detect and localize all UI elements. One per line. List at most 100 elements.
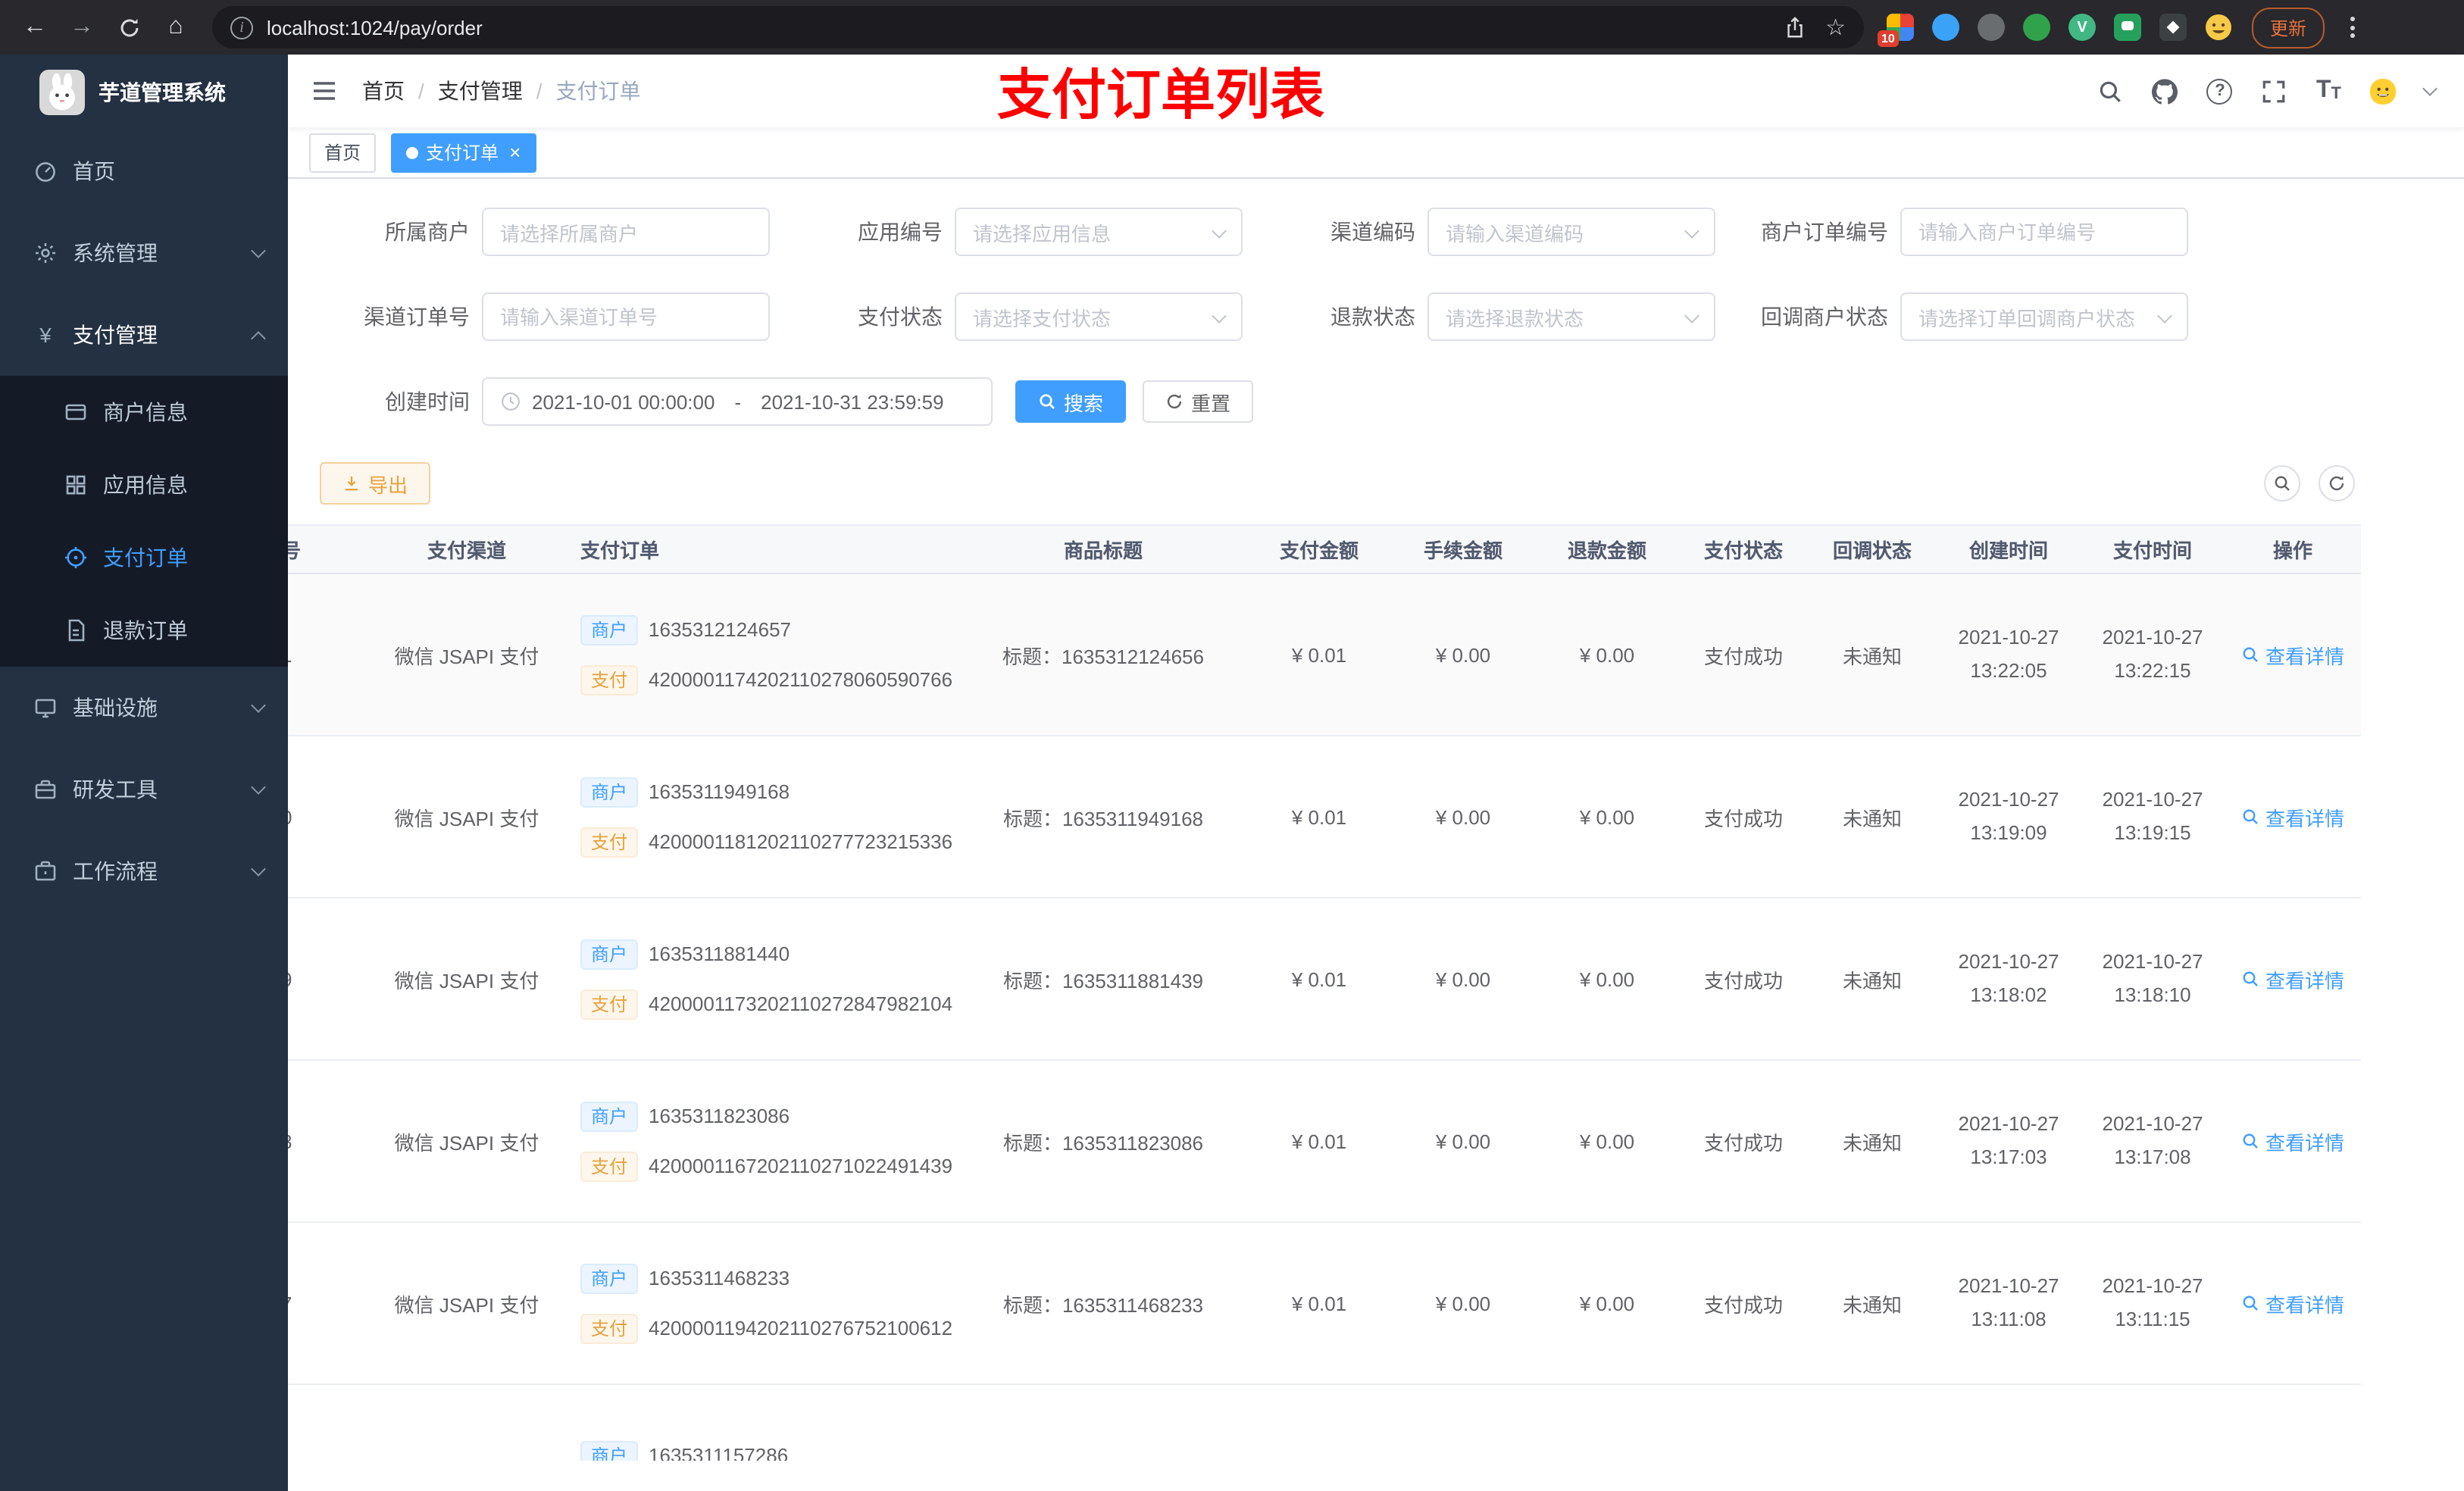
close-icon[interactable]: × <box>509 142 521 162</box>
merchant-order-input[interactable] <box>1900 208 2188 256</box>
channel-order-input[interactable] <box>482 292 770 341</box>
table-row: 商户 1635311157286 <box>288 1384 2361 1461</box>
table-row: 18 微信 JSAPI 支付 商户 1635311823086 支付 4200001… <box>288 1060 2361 1223</box>
chevron-down-icon[interactable] <box>2422 81 2437 96</box>
refresh-table-button[interactable] <box>2319 465 2355 502</box>
bookmark-star-icon[interactable]: ☆ <box>1825 16 1846 39</box>
reload-icon[interactable] <box>109 8 149 47</box>
browser-menu-icon[interactable] <box>2341 11 2364 44</box>
pay-tag: 支付 <box>580 989 639 1019</box>
sidebar-item-payment[interactable]: ¥ 支付管理 <box>0 294 288 376</box>
view-details-label: 查看详情 <box>2265 1293 2344 1316</box>
extension-grid-icon[interactable]: 10 <box>1878 14 1914 47</box>
github-icon[interactable] <box>2152 78 2178 104</box>
pay-channel: 微信 JSAPI 支付 <box>368 736 565 899</box>
channel-code-select[interactable]: 请输入渠道编码 <box>1427 208 1715 256</box>
emoji-extension-icon[interactable] <box>2205 14 2232 41</box>
sidebar-item-app-info[interactable]: 应用信息 <box>0 449 288 521</box>
view-details-link[interactable]: 查看详情 <box>2241 640 2344 669</box>
create-time-range-picker[interactable]: 2021-10-01 00:00:00 - 2021-10-31 23:59:5… <box>482 377 993 426</box>
search-icon[interactable] <box>2098 78 2124 104</box>
refund-status-select[interactable]: 请选择退款状态 <box>1427 292 1715 341</box>
merchant-order-no: 1635311949168 <box>649 780 790 803</box>
breadcrumb-home[interactable]: 首页 <box>362 76 405 106</box>
fullscreen-icon[interactable] <box>2262 78 2287 104</box>
address-bar[interactable]: i localhost:1024/pay/order ☆ <box>212 6 1864 48</box>
filter-label-channel-order: 渠道订单号 <box>364 305 470 329</box>
back-icon[interactable]: ← <box>15 8 55 47</box>
chevron-down-icon <box>1212 308 1227 323</box>
extension-chat-icon[interactable] <box>2114 14 2141 41</box>
create-time: 2021-10-27 13:22:05 <box>1937 574 2081 736</box>
col-amount: 支付金额 <box>1247 524 1391 574</box>
help-icon[interactable]: ? <box>2206 78 2233 104</box>
order-id: 21 <box>288 574 368 736</box>
notify-status-select[interactable]: 请选择订单回调商户状态 <box>1900 292 2188 341</box>
toggle-search-button[interactable] <box>2264 465 2300 502</box>
vue-devtools-icon[interactable]: V <box>2068 14 2096 41</box>
merchant-select[interactable]: 请选择所属商户 <box>482 208 770 256</box>
forward-icon[interactable]: → <box>62 8 102 47</box>
create-time: 2021-10-27 13:19:09 <box>1937 736 2081 899</box>
breadcrumb: 首页 / 支付管理 / 支付订单 <box>362 76 641 106</box>
browser-update-button[interactable]: 更新 <box>2252 7 2325 48</box>
app-select-placeholder: 请选择应用信息 <box>973 222 1112 245</box>
view-details-link[interactable]: 查看详情 <box>2241 964 2344 993</box>
screen: ← → ⌂ i localhost:1024/pay/order ☆ 10 V … <box>0 0 2464 1491</box>
sidebar-item-system[interactable]: 系统管理 <box>0 212 288 294</box>
pay-status: 支付成功 <box>1679 1060 1808 1223</box>
chevron-down-icon <box>1212 223 1227 238</box>
breadcrumb-pay-mgmt[interactable]: 支付管理 <box>438 76 523 106</box>
avatar[interactable] <box>2370 78 2396 104</box>
sidebar-item-label: 支付订单 <box>103 545 188 570</box>
view-details-label: 查看详情 <box>2265 1131 2344 1154</box>
reset-button[interactable]: 重置 <box>1143 380 1254 423</box>
start-date[interactable]: 2021-10-01 00:00:00 <box>532 390 714 413</box>
home-icon[interactable]: ⌂ <box>156 8 195 47</box>
extension-pin-icon[interactable] <box>2159 14 2187 41</box>
refund-amount: ¥ 0.00 <box>1535 574 1679 736</box>
view-details-link[interactable]: 查看详情 <box>2241 1127 2344 1155</box>
tab-home[interactable]: 首页 <box>309 133 377 172</box>
site-info-icon[interactable]: i <box>230 16 253 39</box>
merchant-order-no: 1635311823086 <box>649 1105 790 1127</box>
extension-blue-drop-icon[interactable] <box>1932 14 1959 41</box>
pay-status: 支付成功 <box>1679 898 1808 1061</box>
chevron-down-icon <box>251 861 266 877</box>
search-button[interactable]: 搜索 <box>1015 380 1127 423</box>
col-actions: 操作 <box>2225 524 2361 574</box>
merchant-tag: 商户 <box>580 614 639 645</box>
extension-green-circle-icon[interactable] <box>2023 14 2050 41</box>
tab-pay-order[interactable]: 支付订单 × <box>391 133 536 172</box>
order-id: 17 <box>288 1222 368 1385</box>
sidebar-item-infra[interactable]: 基础设施 <box>0 667 288 749</box>
filter-label-notify-status: 回调商户状态 <box>1761 305 1888 329</box>
font-size-icon[interactable]: TT <box>2316 78 2341 103</box>
app-logo[interactable]: 芋道管理系统 <box>0 55 288 130</box>
grid-icon <box>64 473 88 497</box>
sidebar-item-merchant-info[interactable]: 商户信息 <box>0 376 288 449</box>
end-date[interactable]: 2021-10-31 23:59:59 <box>761 390 943 413</box>
sidebar-item-refund-order[interactable]: 退款订单 <box>0 594 288 667</box>
pay-time <box>2081 1384 2225 1461</box>
logo-image <box>39 70 85 115</box>
app-select[interactable]: 请选择应用信息 <box>955 208 1243 256</box>
merchant-order-no: 1635312124657 <box>649 618 792 641</box>
url-text[interactable]: localhost:1024/pay/order <box>267 16 1783 39</box>
navbar: 首页 / 支付管理 / 支付订单 支付订单列表 ? TT <box>288 55 2464 127</box>
view-details-link[interactable]: 查看详情 <box>2241 802 2344 831</box>
table-row: 20 微信 JSAPI 支付 商户 1635311949168 支付 4200001… <box>288 736 2361 899</box>
sidebar-item-home[interactable]: 首页 <box>0 130 288 212</box>
sidebar-item-pay-order[interactable]: 支付订单 <box>0 521 288 594</box>
tab-label: 支付订单 <box>426 142 499 164</box>
view-details-link[interactable]: 查看详情 <box>2241 1289 2344 1318</box>
channel-transaction-no: 4200001194202110276752100612 <box>649 1317 953 1339</box>
export-button[interactable]: 导出 <box>320 462 431 505</box>
extension-gray-circle-icon[interactable] <box>1978 14 2005 41</box>
document-icon <box>64 618 88 642</box>
pay-status-select[interactable]: 请选择支付状态 <box>955 292 1243 341</box>
sidebar-item-devtools[interactable]: 研发工具 <box>0 749 288 830</box>
share-icon[interactable] <box>1783 16 1806 39</box>
sidebar-item-workflow[interactable]: 工作流程 <box>0 830 288 912</box>
hamburger-icon[interactable] <box>311 77 338 105</box>
